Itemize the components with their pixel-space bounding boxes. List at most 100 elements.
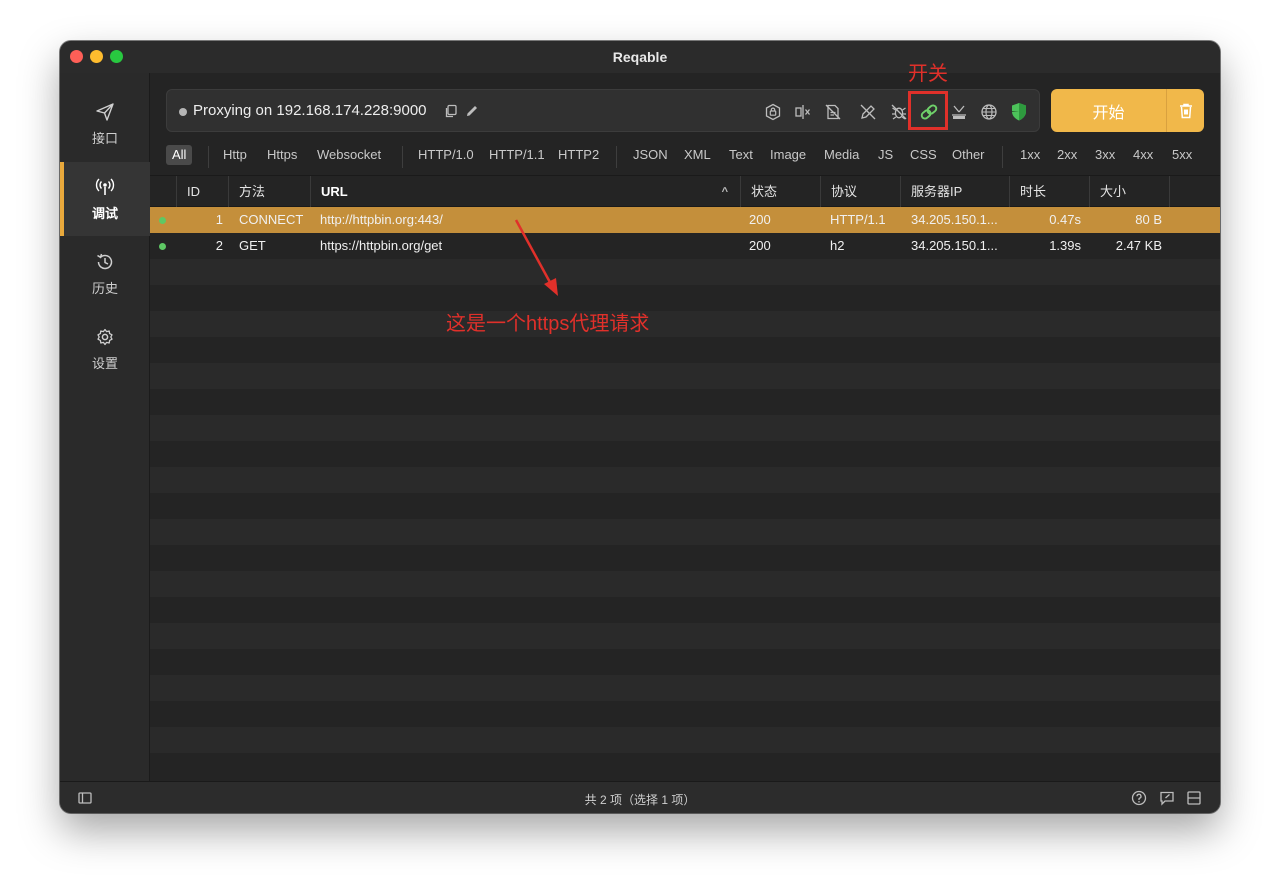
- empty-row: [150, 519, 1220, 545]
- cell-method: GET: [239, 238, 266, 253]
- filter-chip-websocket[interactable]: Websocket: [311, 145, 387, 165]
- window-title: Reqable: [612, 49, 668, 65]
- table-row[interactable]: 2 GET https://httpbin.org/get 200 h2 34.…: [150, 233, 1220, 259]
- cell-size: 80 B: [1135, 212, 1162, 227]
- column-header-status[interactable]: 状态: [741, 176, 821, 208]
- gear-icon: [97, 328, 113, 345]
- filter-chip-http11[interactable]: HTTP/1.1: [483, 145, 551, 165]
- empty-row: [150, 727, 1220, 753]
- column-header-server-ip[interactable]: 服务器IP: [901, 176, 1010, 208]
- filter-chip-https[interactable]: Https: [261, 145, 303, 165]
- table-row[interactable]: 1 CONNECT http://httpbin.org:443/ 200 HT…: [150, 207, 1220, 233]
- request-table: ID 方法 URL ^ 状态 协议 服务器IP 时长 大小 1 CONNECT …: [150, 175, 1220, 781]
- breakpoint-icon[interactable]: [791, 100, 815, 124]
- sort-ascending-icon[interactable]: ^: [722, 176, 728, 208]
- send-icon: [96, 102, 114, 121]
- antenna-icon: [95, 178, 115, 195]
- column-header-duration[interactable]: 时长: [1010, 176, 1090, 208]
- empty-row: [150, 311, 1220, 337]
- cell-id: 2: [215, 238, 223, 253]
- cell-status: 200: [749, 212, 771, 227]
- request-summary: 共 2 项（选择 1 项）: [584, 793, 696, 807]
- filter-chip-other[interactable]: Other: [946, 145, 991, 165]
- sidebar-item-history[interactable]: 历史: [60, 237, 150, 311]
- filter-chip-json[interactable]: JSON: [627, 145, 674, 165]
- empty-row: [150, 623, 1220, 649]
- help-icon[interactable]: [1130, 789, 1148, 807]
- filter-chip-2xx[interactable]: 2xx: [1051, 145, 1083, 165]
- empty-row: [150, 415, 1220, 441]
- rewrite-icon[interactable]: [821, 100, 845, 124]
- column-header-status-dot: [150, 176, 177, 208]
- mirror-icon[interactable]: [947, 100, 971, 124]
- start-button[interactable]: 开始: [1051, 89, 1204, 132]
- filter-chip-3xx[interactable]: 3xx: [1089, 145, 1121, 165]
- column-header-url-label: URL: [321, 184, 348, 199]
- empty-row: [150, 675, 1220, 701]
- cell-size: 2.47 KB: [1115, 238, 1162, 253]
- cell-method: CONNECT: [239, 212, 304, 227]
- filter-chip-text[interactable]: Text: [723, 145, 759, 165]
- filter-bar: All Http Https Websocket HTTP/1.0 HTTP/1…: [166, 145, 1216, 169]
- edit-icon[interactable]: [462, 101, 482, 121]
- filter-chip-image[interactable]: Image: [764, 145, 812, 165]
- empty-row: [150, 259, 1220, 285]
- filter-chip-1xx[interactable]: 1xx: [1014, 145, 1046, 165]
- sidebar-item-settings[interactable]: 设置: [60, 312, 150, 386]
- filter-chip-http2[interactable]: HTTP2: [552, 145, 605, 165]
- proxy-status-dot: [179, 108, 187, 116]
- cell-status: 200: [749, 238, 771, 253]
- column-header-size[interactable]: 大小: [1090, 176, 1170, 208]
- sidebar-item-api[interactable]: 接口: [60, 87, 150, 161]
- cell-protocol: h2: [830, 238, 845, 253]
- status-bar: 共 2 项（选择 1 项）: [60, 781, 1220, 813]
- cell-server-ip: 34.205.150.1...: [911, 212, 998, 227]
- column-header-protocol[interactable]: 协议: [821, 176, 901, 208]
- filter-divider: [1002, 146, 1003, 168]
- status-dot: [159, 217, 166, 224]
- cell-id: 1: [215, 212, 223, 227]
- sidebar-item-debug[interactable]: 调试: [60, 162, 150, 236]
- filter-chip-all[interactable]: All: [166, 145, 193, 165]
- titlebar: Reqable: [60, 41, 1220, 73]
- cell-duration: 0.47s: [1049, 212, 1081, 227]
- empty-row: [150, 363, 1220, 389]
- column-header-method[interactable]: 方法: [229, 176, 311, 208]
- column-header-id[interactable]: ID: [177, 176, 229, 208]
- status-dot: [159, 243, 166, 250]
- clear-button[interactable]: [1166, 89, 1204, 132]
- filter-divider: [402, 146, 403, 168]
- copy-icon[interactable]: [441, 101, 461, 121]
- column-header-url[interactable]: URL ^: [311, 176, 741, 208]
- sidebar-item-label: 调试: [91, 205, 118, 221]
- shield-icon[interactable]: [1007, 100, 1031, 124]
- proxy-address-bar: Proxying on 192.168.174.228:9000: [166, 89, 1040, 132]
- table-header: ID 方法 URL ^ 状态 协议 服务器IP 时长 大小: [150, 175, 1220, 208]
- annotation-note: 这是一个https代理请求: [446, 313, 650, 335]
- start-button-label: 开始: [1092, 104, 1125, 122]
- ssl-lock-icon[interactable]: [761, 100, 785, 124]
- cell-protocol: HTTP/1.1: [830, 212, 886, 227]
- script-icon[interactable]: [856, 100, 880, 124]
- cell-server-ip: 34.205.150.1...: [911, 238, 998, 253]
- sidebar-item-label: 历史: [91, 280, 118, 296]
- filter-chip-css[interactable]: CSS: [904, 145, 943, 165]
- filter-chip-xml[interactable]: XML: [678, 145, 717, 165]
- filter-chip-http10[interactable]: HTTP/1.0: [412, 145, 480, 165]
- globe-icon[interactable]: [977, 100, 1001, 124]
- filter-divider: [616, 146, 617, 168]
- main-panel: Proxying on 192.168.174.228:9000 开始 All …: [150, 73, 1220, 781]
- filter-chip-js[interactable]: JS: [872, 145, 899, 165]
- sidebar-item-label: 设置: [91, 355, 118, 371]
- filter-chip-5xx[interactable]: 5xx: [1166, 145, 1198, 165]
- filter-chip-media[interactable]: Media: [818, 145, 865, 165]
- cell-duration: 1.39s: [1049, 238, 1081, 253]
- filter-chip-http[interactable]: Http: [217, 145, 253, 165]
- switch-highlight-box: [908, 91, 948, 130]
- sidebar-item-label: 接口: [91, 130, 118, 146]
- feedback-icon[interactable]: [1158, 789, 1176, 807]
- proxy-status-text: Proxying on 192.168.174.228:9000: [193, 102, 427, 119]
- empty-row: [150, 467, 1220, 493]
- layout-split-icon[interactable]: [1185, 789, 1203, 807]
- filter-chip-4xx[interactable]: 4xx: [1127, 145, 1159, 165]
